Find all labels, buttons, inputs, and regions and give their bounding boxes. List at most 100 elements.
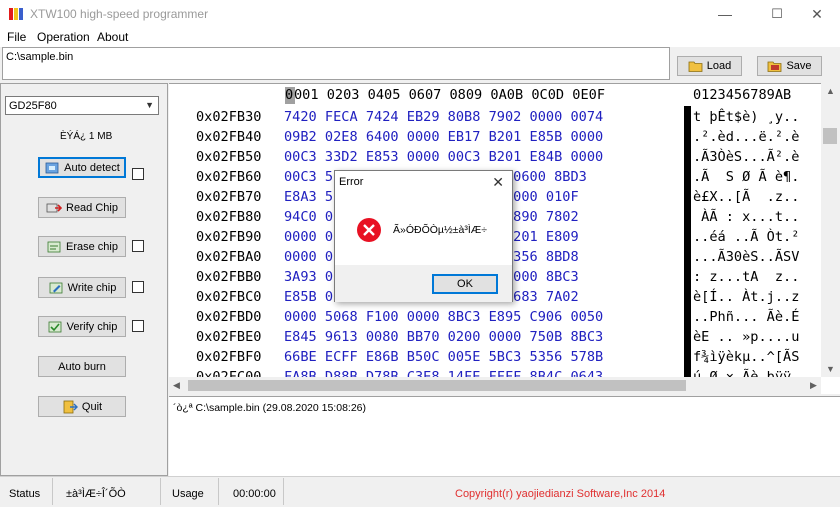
save-label: Save [786, 60, 812, 72]
hex-row-bytes[interactable]: 66BE ECFF E86B B50C 005E 5BC3 5356 578B [284, 349, 603, 365]
verify-chip-label: Verify chip [66, 320, 118, 333]
quit-label: Quit [81, 400, 103, 413]
status-divider [160, 478, 161, 505]
dialog-ok-button[interactable]: OK [432, 274, 498, 294]
verify-chip-button[interactable]: Verify chip [38, 316, 126, 337]
hex-row-address: 0x02FB80 [196, 209, 262, 225]
status-bar: Status ±à³ÌÆ÷Î´ÕÒ Usage 00:00:00 Copyrig… [0, 476, 840, 507]
file-path-text: C:\sample.bin [6, 51, 74, 63]
dialog-title: Error [339, 176, 364, 188]
minimize-button[interactable]: — [702, 0, 748, 28]
hex-row-bytes[interactable]: 00C3 33D2 E853 0000 00C3 B201 E84B 0000 [284, 149, 603, 165]
hex-row-ascii[interactable]: ..éá ..Ã Òt.² [693, 229, 799, 245]
hex-row-address: 0x02FBD0 [196, 309, 262, 325]
hex-row-ascii[interactable]: f¾ìÿèkµ..^[ÃS [693, 349, 799, 365]
app-logo-icon [9, 8, 23, 20]
dialog-close-icon[interactable]: ✕ [492, 174, 504, 191]
save-button[interactable]: Save [757, 56, 822, 76]
window-title: XTW100 high-speed programmer [30, 7, 209, 21]
hex-row-address: 0x02FB30 [196, 109, 262, 125]
hex-row-ascii[interactable]: èE .. »p....u [693, 329, 799, 345]
hex-header-first: 0 [285, 87, 294, 103]
hex-row-ascii[interactable]: t þÊt$è) ¸y.. [693, 109, 799, 125]
hex-row-bytes[interactable]: 0000 5068 F100 0000 8BC3 E895 C906 0050 [284, 309, 603, 325]
dialog-message: Ã»ÓÐÕÒµ½±à³ÌÆ÷ [393, 224, 488, 236]
log-line: ´ò¿ª C:\sample.bin (29.08.2020 15:08:26) [173, 402, 366, 414]
error-icon [357, 218, 381, 242]
status-state: ±à³ÌÆ÷Î´ÕÒ [66, 488, 126, 500]
usage-time: 00:00:00 [233, 488, 276, 500]
scroll-up-icon[interactable]: ▲ [826, 86, 835, 96]
status-label: Status [9, 488, 41, 500]
hex-header-ascii: 0123456789AB [693, 87, 792, 103]
quit-icon [63, 400, 78, 413]
auto-detect-checkbox[interactable] [132, 168, 144, 180]
menu-operation[interactable]: Operation [37, 30, 90, 44]
hex-row-address: 0x02FBA0 [196, 249, 262, 265]
write-chip-button[interactable]: Write chip [38, 277, 126, 298]
load-button[interactable]: Load [677, 56, 742, 76]
hex-vertical-scroll-thumb[interactable] [823, 128, 837, 144]
write-chip-checkbox[interactable] [132, 281, 144, 293]
hex-row-bytes[interactable]: 7420 FECA 7424 EB29 80B8 7902 0000 0074 [284, 109, 603, 125]
hex-row-address: 0x02FB70 [196, 189, 262, 205]
scroll-right-icon[interactable]: ▶ [810, 380, 817, 391]
hex-row-address: 0x02FB40 [196, 129, 262, 145]
hex-row-bytes[interactable]: E845 9613 0080 BB70 0200 0000 750B 8BC3 [284, 329, 603, 345]
load-label: Load [706, 60, 732, 72]
hex-row-bytes[interactable]: 09B2 02E8 6400 0000 EB17 B201 E85B 0000 [284, 129, 603, 145]
hex-row-ascii[interactable]: è[Í.. Àt.j..z [693, 289, 799, 305]
hex-ascii-separator [684, 106, 691, 378]
chip-model-select[interactable]: GD25F80 ▼ [5, 96, 159, 115]
erase-chip-checkbox[interactable] [132, 240, 144, 252]
title-bar: XTW100 high-speed programmer — ☐ ✕ [0, 0, 840, 28]
close-button[interactable]: ✕ [794, 0, 840, 28]
chip-model-value: GD25F80 [9, 100, 57, 112]
hex-row-ascii[interactable]: ..Phñ... Ãè.É [693, 309, 799, 325]
erase-chip-button[interactable]: Erase chip [38, 236, 126, 257]
menu-file[interactable]: File [7, 30, 26, 44]
auto-detect-label: Auto detect [64, 161, 120, 174]
scroll-left-icon[interactable]: ◀ [173, 380, 180, 391]
erase-icon [47, 241, 61, 252]
hex-horizontal-scroll-thumb[interactable] [188, 380, 686, 391]
quit-button[interactable]: Quit [38, 396, 126, 417]
hex-row-address: 0x02FBE0 [196, 329, 262, 345]
hex-row-address: 0x02FBF0 [196, 349, 262, 365]
usage-label: Usage [172, 488, 204, 500]
log-panel: ´ò¿ª C:\sample.bin (29.08.2020 15:08:26) [169, 396, 840, 476]
hex-row-address: 0x02FBC0 [196, 289, 262, 305]
hex-row-ascii[interactable]: : z...tA z.. [693, 269, 799, 285]
scroll-down-icon[interactable]: ▼ [826, 364, 835, 374]
write-chip-label: Write chip [67, 281, 117, 294]
detect-icon [45, 162, 59, 173]
hex-row-ascii[interactable]: .Ã3ÒèS...Ã².è [693, 149, 799, 165]
auto-burn-button[interactable]: Auto burn [38, 356, 126, 377]
menu-about[interactable]: About [97, 30, 128, 44]
auto-burn-label: Auto burn [58, 360, 106, 373]
file-path-field[interactable]: C:\sample.bin [2, 47, 670, 80]
menu-bar: File Operation About [0, 28, 840, 47]
error-dialog: Error ✕ Ã»ÓÐÕÒµ½±à³ÌÆ÷ OK [334, 170, 513, 302]
read-chip-button[interactable]: Read Chip [38, 197, 126, 218]
hex-row-ascii[interactable]: .Ã S Ø Ã è¶. [693, 169, 799, 185]
hex-header-columns: 001 0203 0405 0607 0809 0A0B 0C0D 0E0F [294, 87, 605, 103]
hex-row-ascii[interactable]: ...Ã30èS..ÃSV [693, 249, 799, 265]
hex-row-ascii[interactable]: ÀÃ : x...t.. [693, 209, 799, 225]
hex-row-ascii[interactable]: .².èd...ë.².è [693, 129, 799, 145]
status-divider [283, 478, 284, 505]
status-divider [52, 478, 53, 505]
hex-row-address: 0x02FB60 [196, 169, 262, 185]
hex-row-ascii[interactable]: è£X..[Ã .z.. [693, 189, 799, 205]
auto-detect-button[interactable]: Auto detect [38, 157, 126, 178]
read-chip-label: Read Chip [66, 201, 118, 214]
chevron-down-icon: ▼ [145, 100, 154, 110]
copyright-text: Copyright(r) yaojiedianzi Software,Inc 2… [455, 488, 666, 500]
hex-row-address: 0x02FB90 [196, 229, 262, 245]
dialog-ok-label: OK [457, 278, 473, 290]
verify-chip-checkbox[interactable] [132, 320, 144, 332]
hex-row-address: 0x02FB50 [196, 149, 262, 165]
save-icon [768, 61, 782, 72]
read-chip-icon [46, 203, 62, 212]
erase-chip-label: Erase chip [66, 240, 118, 253]
